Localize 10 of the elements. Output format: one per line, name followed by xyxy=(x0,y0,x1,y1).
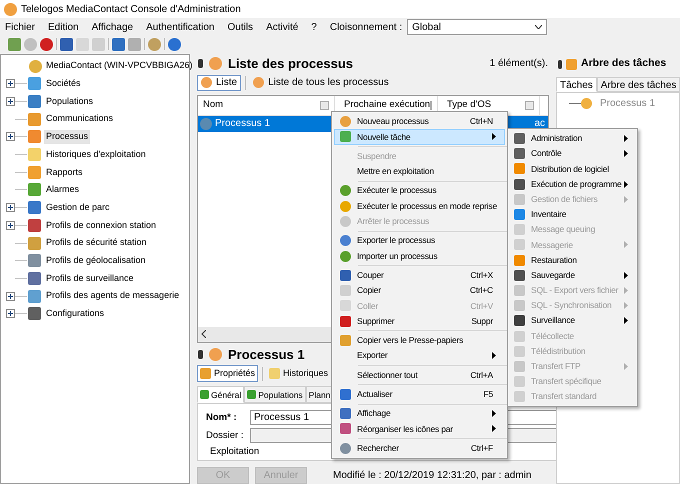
field-label: Dossier : xyxy=(206,428,244,443)
panel-title: Liste des processus xyxy=(228,55,353,74)
modified-info: Modifié le : 20/12/2019 12:31:20, par : admin xyxy=(333,469,532,483)
partition-label: Cloisonnement : xyxy=(330,20,402,34)
field-label: Nom* : xyxy=(206,410,238,425)
group-label: Exploitation xyxy=(209,446,260,458)
window-title: Telelogos MediaContact Console d'Administration xyxy=(21,2,241,16)
panel-title: Processus 1 xyxy=(228,346,305,364)
item-count: 1 élément(s). xyxy=(490,57,548,72)
panel-title: Arbre des tâches xyxy=(581,56,666,72)
